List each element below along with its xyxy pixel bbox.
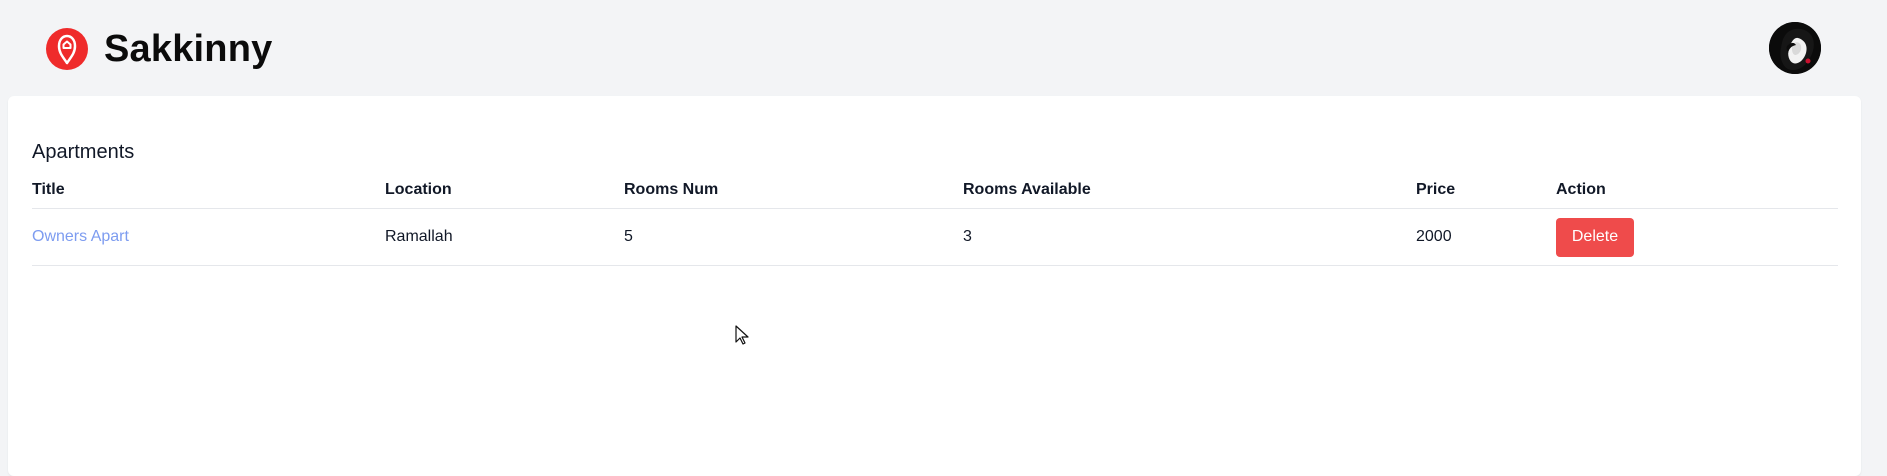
column-rooms-num: Rooms Num (624, 172, 963, 209)
column-price: Price (1416, 172, 1556, 209)
apartments-card: Apartments Title Location Rooms Num Room… (8, 96, 1861, 476)
rooms-available-cell: 3 (963, 208, 1416, 266)
delete-button[interactable]: Delete (1556, 217, 1634, 257)
title-cell: Owners Apart (32, 208, 385, 266)
table-header-row: Title Location Rooms Num Rooms Available… (32, 172, 1838, 209)
column-rooms-available: Rooms Available (963, 172, 1416, 209)
page-title: Apartments (32, 140, 135, 163)
rooms-num-cell: 5 (624, 208, 963, 266)
location-cell: Ramallah (385, 208, 624, 266)
column-location: Location (385, 172, 624, 209)
mouse-cursor-icon (735, 325, 749, 345)
action-cell: Delete (1556, 208, 1838, 266)
apartments-table: Title Location Rooms Num Rooms Available… (32, 172, 1838, 266)
brand[interactable]: Sakkinny (46, 28, 272, 70)
brand-name: Sakkinny (104, 28, 273, 70)
price-cell: 2000 (1416, 208, 1556, 266)
column-action: Action (1556, 172, 1838, 209)
map-pin-icon (46, 28, 88, 70)
column-title: Title (32, 172, 385, 209)
table-row: Owners Apart Ramallah 5 3 2000 Delete (32, 208, 1838, 266)
user-avatar-icon[interactable] (1769, 22, 1821, 74)
top-header: Sakkinny (0, 0, 1887, 96)
apartment-title-link[interactable]: Owners Apart (32, 228, 129, 245)
